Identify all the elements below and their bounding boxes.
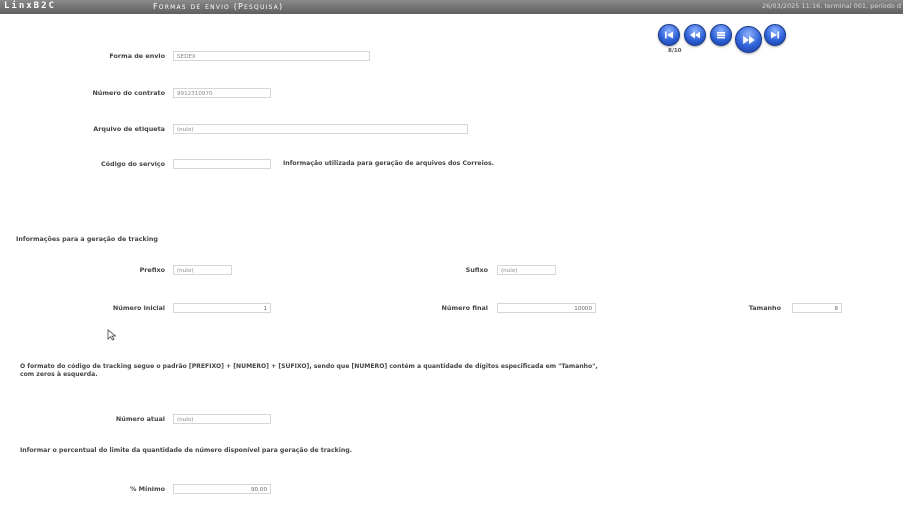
tracking-format-explanation: O formato do código de tracking segue o … (20, 363, 620, 379)
last-record-button[interactable] (764, 24, 786, 46)
numero-inicial-field[interactable]: 1 (173, 303, 271, 313)
window-title: Formas de envio (Pesquisa) (153, 2, 284, 11)
codigo-servico-note: Informação utilizada para geração de arq… (283, 160, 495, 167)
arquivo-etiqueta-label: Arquivo de etiqueta (93, 125, 165, 133)
next-record-button[interactable] (735, 26, 762, 53)
numero-final-field[interactable]: 10000 (497, 303, 596, 313)
arquivo-etiqueta-field[interactable]: (nulo) (173, 124, 468, 134)
numero-contrato-label: Número do contrato (92, 89, 165, 97)
first-record-button[interactable] (658, 24, 680, 46)
forma-envio-label: Forma de envio (109, 52, 165, 60)
list-records-button[interactable] (710, 24, 732, 46)
numero-contrato-field[interactable]: 9912310970 (173, 88, 271, 98)
list-icon (717, 32, 725, 39)
numero-atual-field[interactable]: (nulo) (173, 414, 271, 424)
skip-first-icon (665, 31, 673, 39)
numero-inicial-label: Número inicial (112, 304, 165, 312)
percent-limit-note: Informar o percentual do limite da quant… (20, 447, 353, 454)
app-brand: LinxB2C (4, 1, 56, 11)
tracking-section-title: Informações para a geração de tracking (16, 236, 158, 243)
title-bar: LinxB2C Formas de envio (Pesquisa) 26/03… (0, 0, 903, 14)
session-status: 26/03/2025 11:16, terminal 001, período … (761, 2, 901, 10)
minimo-label: % Mínimo (130, 485, 165, 493)
forma-envio-field[interactable]: SEDEX (173, 51, 370, 61)
sufixo-field[interactable]: (nulo) (497, 265, 556, 275)
sufixo-label: Sufixo (465, 266, 488, 274)
fast-forward-icon (742, 35, 755, 44)
prefixo-field[interactable]: (nulo) (173, 265, 232, 275)
tracking-format-line-2: com zeros à esquerda. (20, 371, 98, 378)
mouse-pointer-icon (107, 329, 117, 341)
record-navigation: 8/10 (656, 20, 786, 60)
skip-last-icon (771, 31, 779, 39)
numero-final-label: Número final (441, 304, 488, 312)
numero-atual-label: Número atual (115, 415, 165, 423)
page-indicator: 8/10 (668, 48, 682, 54)
minimo-field[interactable]: 90,00 (173, 484, 271, 494)
tamanho-label: Tamanho (748, 304, 781, 312)
codigo-servico-label: Código do serviço (100, 160, 165, 168)
prefixo-label: Prefixo (139, 266, 165, 274)
codigo-servico-field[interactable] (173, 159, 271, 169)
tracking-format-line-1: O formato do código de tracking segue o … (20, 363, 598, 370)
previous-record-button[interactable] (684, 24, 706, 46)
rewind-icon (690, 31, 700, 39)
tamanho-field[interactable]: 8 (792, 303, 842, 313)
